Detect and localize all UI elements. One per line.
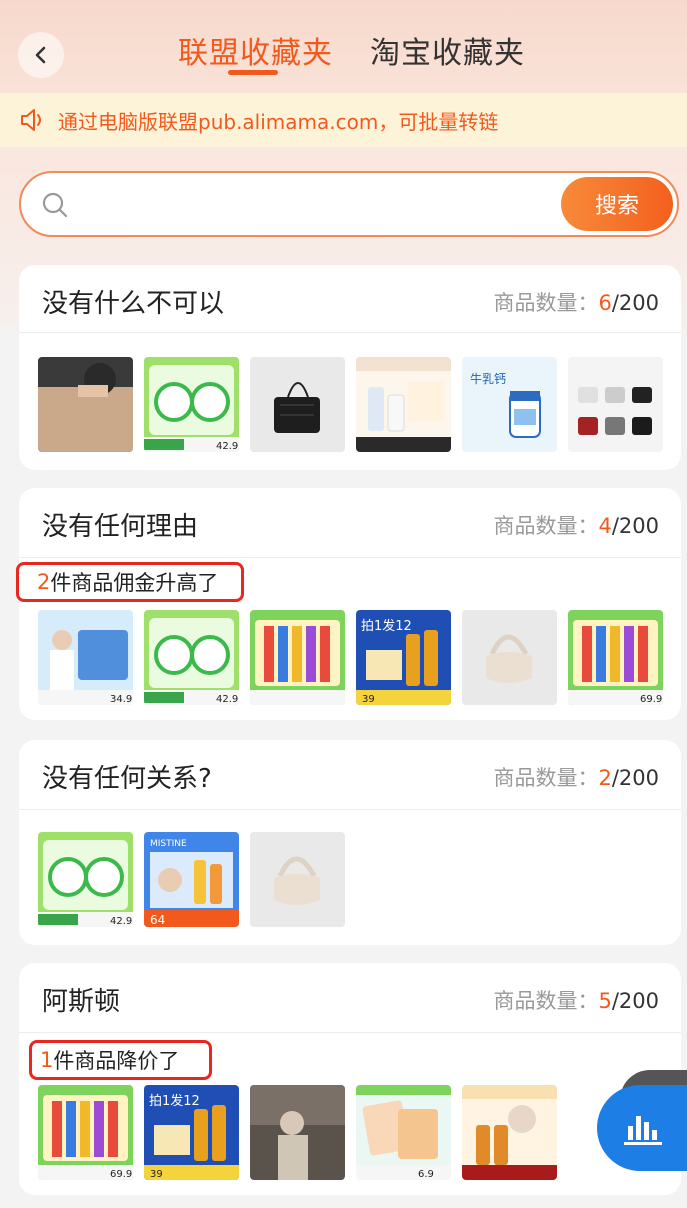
thumb-price: 34.9	[110, 694, 132, 705]
product-thumbnail[interactable]	[462, 610, 557, 705]
product-thumbnail[interactable]	[250, 832, 345, 927]
count-total: /200	[611, 766, 659, 790]
product-thumbnail[interactable]: 拍1发12 39	[356, 610, 451, 705]
count-total: /200	[611, 291, 659, 315]
product-thumbnail[interactable]: 拍1发12 39	[144, 1085, 239, 1180]
thumb-price: 42.9	[110, 916, 132, 927]
bar-chart-icon	[624, 1116, 662, 1145]
analytics-button[interactable]	[597, 1085, 687, 1171]
count-label: 商品数量：	[493, 291, 599, 315]
folder-title: 没有什么不可以	[42, 289, 225, 319]
search-input[interactable]	[83, 185, 553, 225]
count-label: 商品数量：	[493, 514, 599, 538]
search-bar: 搜索	[19, 171, 679, 237]
thumb-title: 牛乳钙	[470, 371, 506, 386]
product-thumbnail[interactable]	[568, 357, 663, 452]
folder-title: 没有任何理由	[42, 512, 199, 542]
thumb-price: 64	[150, 913, 165, 927]
product-thumbnail[interactable]: 42.9	[38, 832, 133, 927]
folder-card[interactable]: 没有任何关系? 商品数量：2/200 42.9 MISTINE 64	[19, 740, 681, 945]
product-thumbnail[interactable]: 牛乳钙	[462, 357, 557, 452]
count-label: 商品数量：	[493, 989, 599, 1013]
search-button[interactable]: 搜索	[561, 177, 673, 231]
thumb-price: 69.9	[110, 1169, 132, 1180]
chevron-left-icon	[35, 46, 46, 64]
product-thumbnail[interactable]: 6.9	[356, 1085, 451, 1180]
thumbnail-row: 42.9 MISTINE 64	[38, 832, 345, 927]
thumbnail-row: 34.9 42.9 拍1发12 39 69.9	[38, 610, 663, 705]
header: 联盟收藏夹 淘宝收藏夹	[0, 0, 687, 90]
product-thumbnail[interactable]	[250, 357, 345, 452]
product-thumbnail[interactable]	[38, 357, 133, 452]
item-count: 商品数量：4/200	[493, 510, 659, 540]
thumb-price: 42.9	[216, 694, 238, 705]
tab-taobao-favorites[interactable]: 淘宝收藏夹	[370, 28, 525, 72]
notice-text: 通过电脑版联盟pub.alimama.com，可批量转链	[58, 109, 499, 134]
alert-text: 件商品降价了	[53, 1049, 180, 1073]
count-label: 商品数量：	[493, 766, 599, 790]
product-thumbnail[interactable]	[462, 1085, 557, 1180]
product-thumbnail[interactable]: 34.9	[38, 610, 133, 705]
count-value: 5	[598, 989, 612, 1013]
thumb-price: 6.9	[418, 1169, 434, 1180]
thumb-price: 39	[362, 694, 375, 705]
back-button[interactable]	[18, 32, 64, 78]
product-thumbnail[interactable]: 69.9	[568, 610, 663, 705]
item-count: 商品数量：2/200	[493, 762, 659, 792]
count-value: 6	[598, 291, 612, 315]
thumbnail-row: 42.9 牛乳钙	[38, 357, 663, 452]
active-tab-indicator	[228, 70, 278, 75]
item-count: 商品数量：6/200	[493, 287, 659, 317]
thumb-price: 39	[150, 1169, 163, 1180]
count-total: /200	[611, 989, 659, 1013]
product-thumbnail[interactable]: 42.9	[144, 357, 239, 452]
folder-title: 阿斯顿	[42, 987, 121, 1017]
speaker-icon	[21, 109, 41, 131]
folder-card[interactable]: 没有任何理由 商品数量：4/200 2 件商品佣金升高了 34.9 42.9 拍1…	[16, 488, 681, 720]
thumb-badge: 拍1发12	[149, 1093, 200, 1109]
alert-text: 件商品佣金升高了	[50, 571, 219, 595]
tab-alliance-favorites[interactable]: 联盟收藏夹	[178, 28, 333, 72]
count-value: 4	[598, 514, 612, 538]
thumb-badge: 拍1发12	[361, 618, 412, 634]
folder-card[interactable]: 没有什么不可以 商品数量：6/200 42.9 牛乳钙	[19, 265, 681, 470]
product-thumbnail[interactable]: 42.9	[144, 610, 239, 705]
thumb-brand: MISTINE	[150, 839, 187, 849]
commission-alert: 2 件商品佣金升高了	[16, 562, 244, 602]
alert-count: 1	[40, 1048, 54, 1072]
alert-count: 2	[37, 570, 51, 594]
count-value: 2	[598, 766, 612, 790]
product-thumbnail[interactable]	[250, 610, 345, 705]
folder-card[interactable]: 阿斯顿 商品数量：5/200 1 件商品降价了 69.9 拍1发12 39 6.9	[19, 963, 681, 1195]
folder-title: 没有任何关系?	[42, 764, 212, 794]
product-thumbnail[interactable]: MISTINE 64	[144, 832, 239, 927]
item-count: 商品数量：5/200	[493, 985, 659, 1015]
search-icon	[42, 192, 68, 218]
price-drop-alert: 1 件商品降价了	[29, 1040, 212, 1080]
product-thumbnail[interactable]	[356, 357, 451, 452]
thumb-price: 69.9	[640, 694, 662, 705]
thumbnail-row: 69.9 拍1发12 39 6.9	[38, 1085, 557, 1180]
count-total: /200	[611, 514, 659, 538]
thumb-price: 42.9	[216, 441, 238, 452]
product-thumbnail[interactable]	[250, 1085, 345, 1180]
notice-bar: 通过电脑版联盟pub.alimama.com，可批量转链	[0, 93, 687, 147]
product-thumbnail[interactable]: 69.9	[38, 1085, 133, 1180]
